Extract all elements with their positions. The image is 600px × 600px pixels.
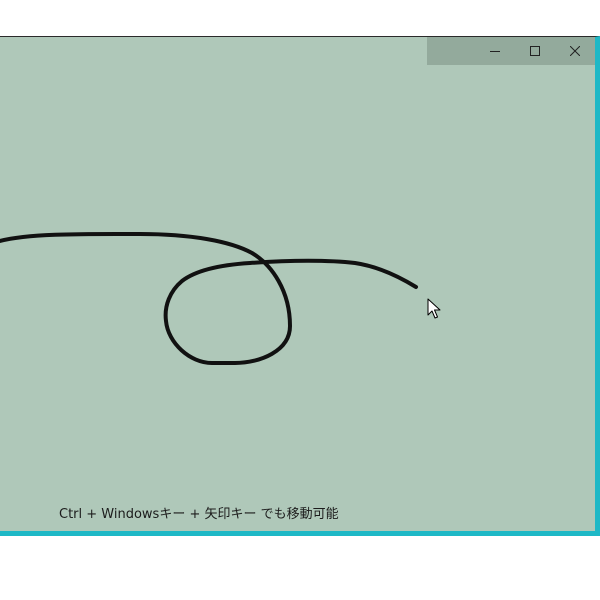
ink-stroke — [0, 231, 418, 365]
drawing-canvas[interactable] — [0, 37, 595, 531]
arrow-cursor-icon — [427, 298, 441, 319]
hint-text: Ctrl + Windowsキー + 矢印キー でも移動可能 — [59, 507, 339, 522]
app-window: Ctrl + Windowsキー + 矢印キー でも移動可能 — [0, 36, 600, 536]
